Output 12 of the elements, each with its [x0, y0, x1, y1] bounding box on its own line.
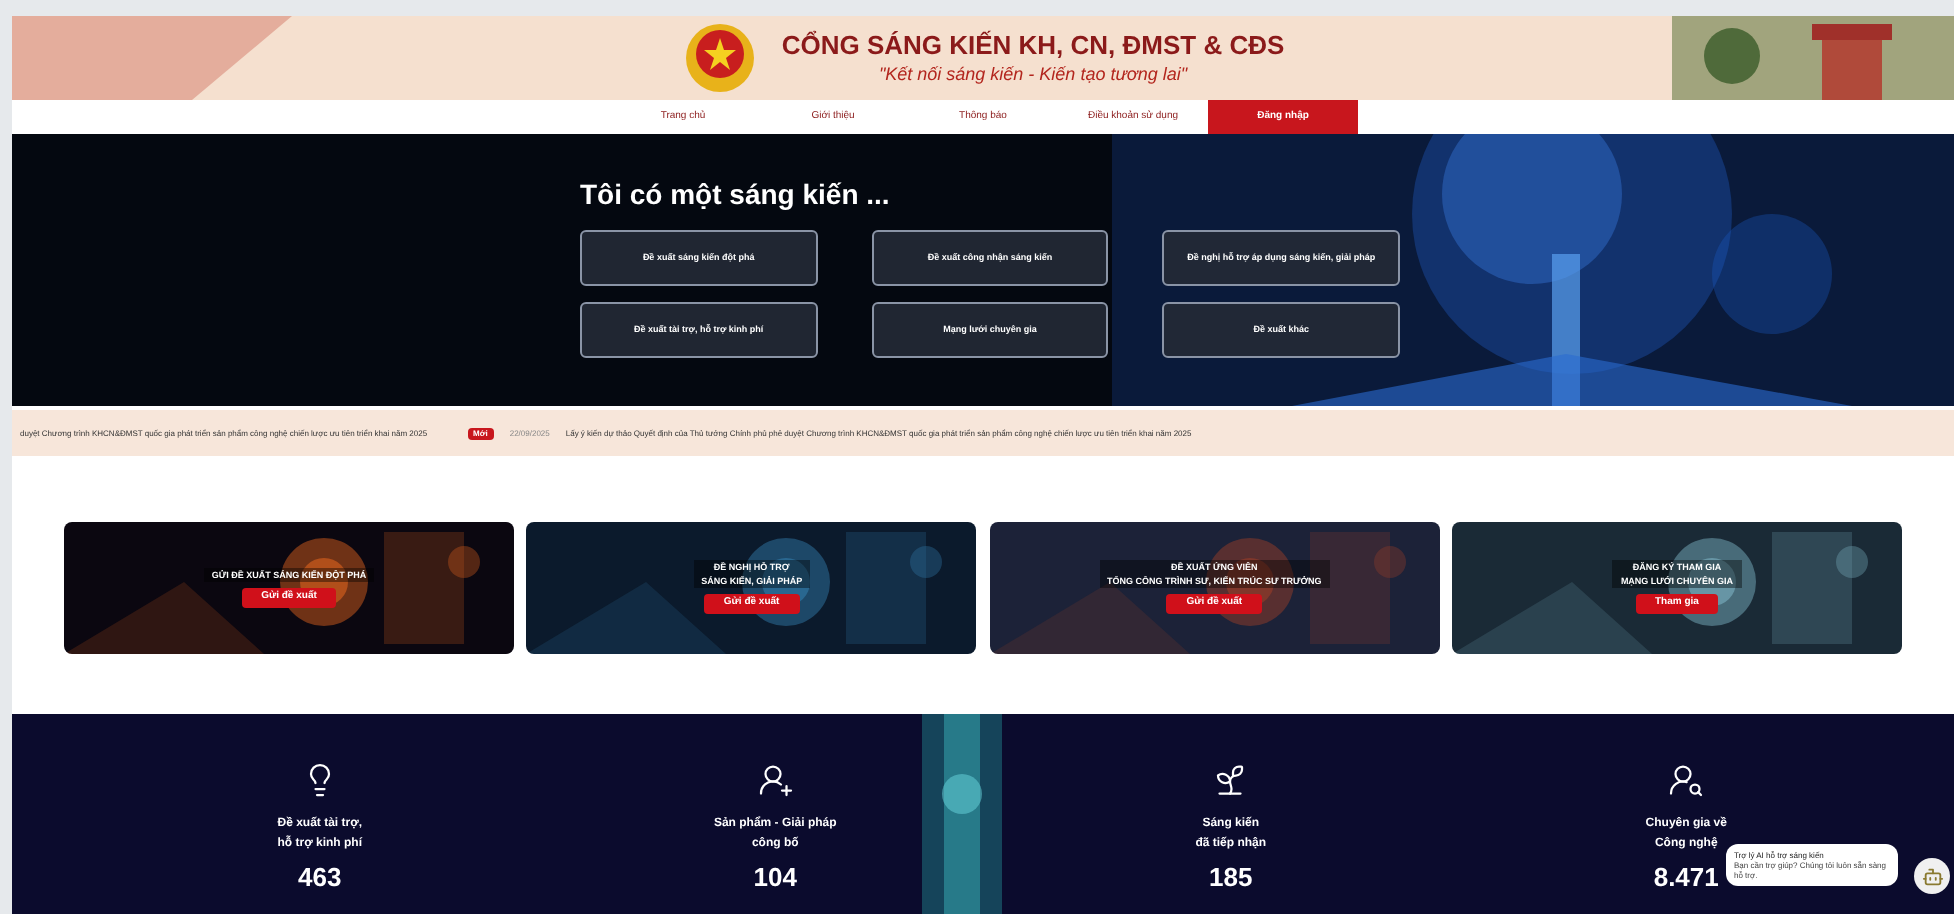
stat-icon: [1668, 762, 1705, 798]
stat-value: 8.471: [1653, 860, 1719, 896]
emblem-icon: [681, 20, 758, 96]
robot-icon: [1921, 865, 1943, 887]
site-title: CỔNG SÁNG KIẾN KH, CN, ĐMST & CĐS: [781, 30, 1285, 63]
stat-value: 185: [1209, 860, 1253, 896]
stat-value: 463: [298, 860, 342, 896]
site-slogan: "Kết nối sáng kiến - Kiến tạo tương lai": [878, 63, 1188, 86]
stat-value: 104: [753, 860, 797, 896]
hero-title: Tôi có một sáng kiến ...: [580, 176, 892, 214]
stat-icon: [757, 762, 794, 798]
stat-icon: [1212, 762, 1249, 798]
